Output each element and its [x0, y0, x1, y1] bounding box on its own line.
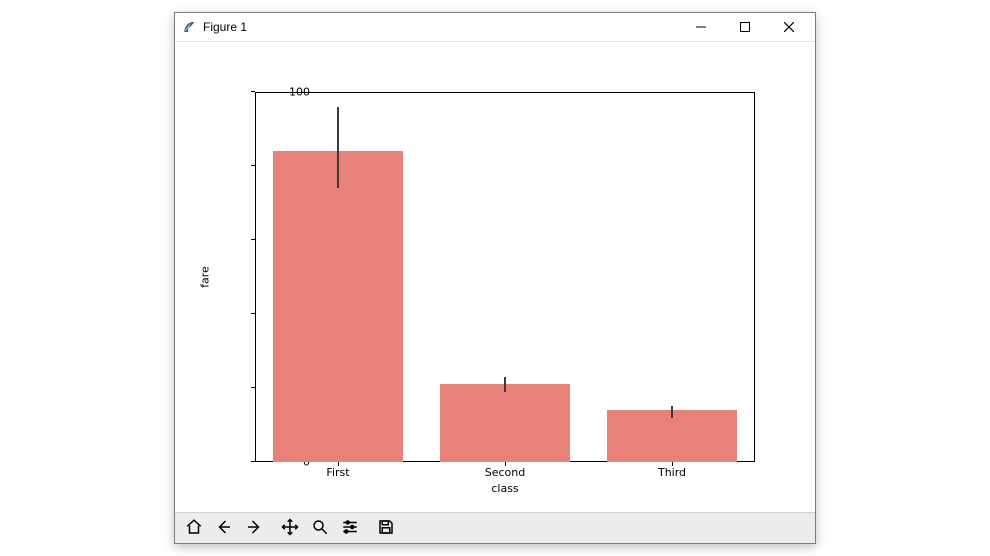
errorbar-second	[504, 377, 506, 392]
app-window: Figure 1 fare class 0 20 40 60 80 100 Fi…	[174, 12, 816, 544]
arrow-left-icon	[215, 518, 233, 539]
x-tick	[338, 462, 339, 466]
close-button[interactable]	[767, 13, 811, 41]
y-tick	[251, 313, 255, 314]
pan-button[interactable]	[275, 514, 305, 542]
feather-icon	[181, 19, 197, 35]
errorbar-third	[671, 406, 673, 418]
titlebar: Figure 1	[175, 13, 815, 42]
nav-toolbar	[175, 512, 815, 543]
save-button[interactable]	[371, 514, 401, 542]
y-axis-label: fare	[199, 266, 212, 288]
x-tick-label: Second	[485, 466, 525, 479]
magnifier-icon	[311, 518, 329, 539]
sliders-icon	[341, 518, 359, 539]
plot-area	[255, 92, 755, 462]
y-tick	[251, 91, 255, 92]
bar-second	[440, 384, 570, 462]
arrow-right-icon	[245, 518, 263, 539]
errorbar-first	[337, 107, 339, 188]
y-tick	[251, 461, 255, 462]
x-tick	[505, 462, 506, 466]
y-axis-spine	[255, 92, 256, 462]
figure-canvas[interactable]: fare class 0 20 40 60 80 100 First Secon…	[175, 42, 815, 512]
maximize-button[interactable]	[723, 13, 767, 41]
right-spine	[754, 92, 755, 462]
move-icon	[281, 518, 299, 539]
home-icon	[185, 518, 203, 539]
y-tick	[251, 387, 255, 388]
configure-button[interactable]	[335, 514, 365, 542]
minimize-button[interactable]	[679, 13, 723, 41]
y-tick	[251, 239, 255, 240]
window-title: Figure 1	[203, 20, 247, 34]
x-axis-label: class	[491, 482, 518, 495]
home-button[interactable]	[179, 514, 209, 542]
x-tick-label: Third	[658, 466, 686, 479]
back-button[interactable]	[209, 514, 239, 542]
x-tick	[672, 462, 673, 466]
bar-first	[273, 151, 403, 462]
save-icon	[377, 518, 395, 539]
zoom-button[interactable]	[305, 514, 335, 542]
y-tick	[251, 165, 255, 166]
forward-button[interactable]	[239, 514, 269, 542]
top-spine	[255, 92, 755, 93]
x-tick-label: First	[326, 466, 349, 479]
